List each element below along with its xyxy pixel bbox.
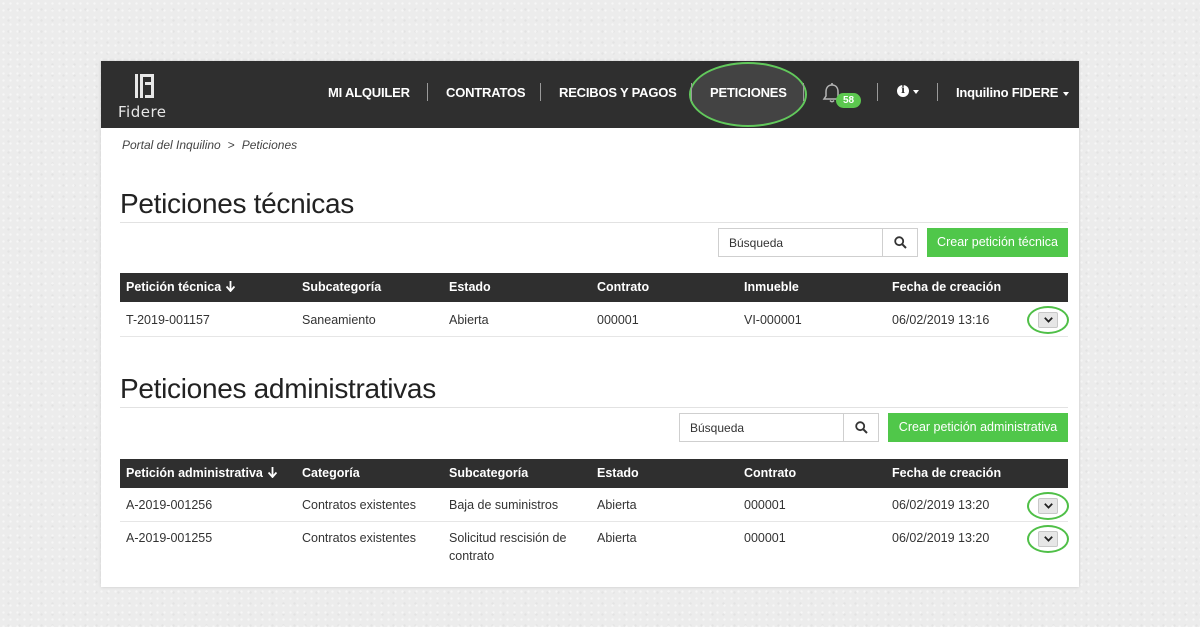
nav-separator <box>937 83 938 101</box>
create-technical-request-button[interactable]: Crear petición técnica <box>927 228 1068 257</box>
cell-id: A-2019-001256 <box>126 498 213 512</box>
technical-requests-table: Petición técnica Subcategoría Estado Con… <box>120 273 1069 337</box>
column-header-fecha-creacion[interactable]: Fecha de creación <box>892 273 1001 302</box>
chevron-down-icon <box>913 90 919 94</box>
column-header-inmueble[interactable]: Inmueble <box>744 273 799 302</box>
cell-created-date: 06/02/2019 13:20 <box>892 531 990 545</box>
administrative-requests-table: Petición administrativa Categoría Subcat… <box>120 459 1069 574</box>
column-header-peticion-tecnica[interactable]: Petición técnica <box>126 273 236 302</box>
nav-mi-alquiler[interactable]: MI ALQUILER <box>328 83 410 103</box>
column-header-estado[interactable]: Estado <box>597 459 639 488</box>
cell-status: Abierta <box>597 498 637 512</box>
section-divider <box>120 222 1068 223</box>
row-expand-button[interactable] <box>1038 498 1058 514</box>
notification-badge[interactable]: 58 <box>836 93 861 108</box>
nav-separator <box>803 83 804 101</box>
chevron-down-icon <box>1063 91 1070 96</box>
section-divider <box>120 407 1068 408</box>
cell-created-date: 06/02/2019 13:16 <box>892 313 990 327</box>
user-name: Inquilino FIDERE <box>956 85 1059 100</box>
sort-down-icon <box>267 467 277 478</box>
technical-search <box>718 228 918 257</box>
app-window: Fidere MI ALQUILER CONTRATOS RECIBOS Y P… <box>101 61 1079 587</box>
brand-logo[interactable]: Fidere <box>118 73 178 123</box>
cell-id: T-2019-001157 <box>126 313 210 327</box>
cell-contract: 000001 <box>744 531 786 545</box>
column-header-subcategoria[interactable]: Subcategoría <box>302 273 381 302</box>
technical-search-input[interactable] <box>719 229 883 256</box>
cell-category: Contratos existentes <box>302 531 416 545</box>
column-header-fecha-creacion[interactable]: Fecha de creación <box>892 459 1001 488</box>
row-expand-button[interactable] <box>1038 312 1058 328</box>
table-row[interactable]: T-2019-001157 Saneamiento Abierta 000001… <box>120 302 1069 337</box>
chevron-down-icon <box>1044 503 1053 509</box>
administrative-search <box>679 413 879 442</box>
chevron-down-icon <box>1044 536 1053 542</box>
user-menu[interactable]: Inquilino FIDERE <box>956 83 1070 103</box>
nav-separator <box>691 83 692 101</box>
column-header-categoria[interactable]: Categoría <box>302 459 360 488</box>
column-header-peticion-administrativa[interactable]: Petición administrativa <box>126 459 277 488</box>
breadcrumb-separator: > <box>227 138 235 152</box>
nav-contratos[interactable]: CONTRATOS <box>446 83 526 103</box>
column-header-contrato[interactable]: Contrato <box>597 273 649 302</box>
cell-contract: 000001 <box>744 498 786 512</box>
administrative-search-button[interactable] <box>843 414 878 441</box>
fidere-logo-icon <box>135 74 154 98</box>
cell-property: VI-000001 <box>744 313 802 327</box>
table-row[interactable]: A-2019-001256 Contratos existentes Baja … <box>120 488 1069 522</box>
info-menu-button[interactable]: i <box>897 82 923 102</box>
breadcrumb: Portal del Inquilino > Peticiones <box>122 138 297 152</box>
column-header-estado[interactable]: Estado <box>449 273 491 302</box>
cell-subcategory: Saneamiento <box>302 313 376 327</box>
create-administrative-request-button[interactable]: Crear petición administrativa <box>888 413 1068 442</box>
chevron-down-icon <box>1044 317 1053 323</box>
breadcrumb-item-portal[interactable]: Portal del Inquilino <box>122 138 221 152</box>
breadcrumb-item-peticiones: Peticiones <box>241 138 298 152</box>
nav-separator <box>877 83 878 101</box>
cell-status: Abierta <box>597 531 637 545</box>
table-row[interactable]: A-2019-001255 Contratos existentes Solic… <box>120 522 1069 570</box>
cell-contract: 000001 <box>597 313 639 327</box>
nav-peticiones[interactable]: PETICIONES <box>710 83 787 103</box>
administrative-search-input[interactable] <box>680 414 844 441</box>
cell-created-date: 06/02/2019 13:20 <box>892 498 990 512</box>
search-icon <box>894 236 907 249</box>
info-icon: i <box>897 85 909 97</box>
cell-subcategory: Baja de suministros <box>449 498 559 512</box>
cell-id: A-2019-001255 <box>126 531 213 545</box>
technical-requests-title: Peticiones técnicas <box>120 188 354 219</box>
nav-recibos-y-pagos[interactable]: RECIBOS Y PAGOS <box>559 83 677 103</box>
table-header: Petición técnica Subcategoría Estado Con… <box>120 273 1068 302</box>
column-header-subcategoria[interactable]: Subcategoría <box>449 459 528 488</box>
cell-category: Contratos existentes <box>302 498 416 512</box>
cell-status: Abierta <box>449 313 489 327</box>
top-navbar: Fidere MI ALQUILER CONTRATOS RECIBOS Y P… <box>101 61 1079 128</box>
cell-subcategory: Solicitud rescisión de contrato <box>449 531 567 563</box>
row-expand-button[interactable] <box>1038 531 1058 547</box>
technical-search-button[interactable] <box>882 229 917 256</box>
search-icon <box>855 421 868 434</box>
administrative-requests-title: Peticiones administrativas <box>120 373 436 404</box>
column-header-contrato[interactable]: Contrato <box>744 459 796 488</box>
table-header: Petición administrativa Categoría Subcat… <box>120 459 1068 488</box>
nav-separator <box>540 83 541 101</box>
sort-down-icon <box>226 281 236 292</box>
nav-separator <box>427 83 428 101</box>
brand-name: Fidere <box>118 103 167 121</box>
